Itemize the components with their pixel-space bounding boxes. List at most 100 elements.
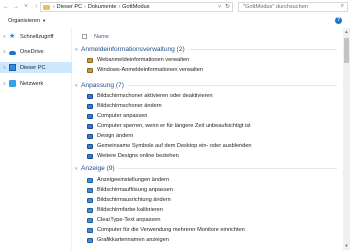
list-item-label: Webanmeldeinformationen verwalten — [97, 57, 190, 64]
list-item-label: Bildschirmschoner aktivieren oder deakti… — [97, 93, 213, 100]
personalization-icon — [87, 143, 93, 149]
file-list: Name ˅ Anmeldeinformationsverwaltung (2)… — [73, 28, 341, 250]
search-placeholder: "GottModus" durchsuchen — [243, 4, 308, 10]
list-item[interactable]: Bildschirmschoner ändern — [87, 102, 341, 111]
list-item[interactable]: Gemeinsame Symbole auf dem Desktop ein- … — [87, 142, 341, 151]
back-button[interactable]: ← — [2, 4, 10, 10]
list-item[interactable]: Grafikkartennamen anzeigen — [87, 236, 341, 245]
breadcrumb-separator: › — [53, 4, 55, 10]
network-icon — [9, 80, 16, 87]
list-item-label: Computer anpassen — [97, 113, 148, 120]
group-title: Anmeldeinformationsverwaltung (2) — [81, 46, 185, 53]
credential-manager-icon — [87, 67, 93, 73]
breadcrumb-gottmodus[interactable]: GottModus — [122, 4, 149, 10]
up-button[interactable]: ↑ — [32, 4, 40, 10]
personalization-icon — [87, 103, 93, 109]
address-bar[interactable]: › Dieser PC › Dokumente › GottModus ˅ ↻ — [40, 2, 233, 12]
navigation-pane: > ★ Schnellzugriff > OneDrive > Dieser P… — [0, 28, 72, 250]
refresh-icon[interactable]: ↻ — [225, 3, 230, 10]
display-icon — [87, 197, 93, 203]
list-item[interactable]: Design ändern — [87, 132, 341, 141]
list-item-label: Weitere Designs online beziehen — [97, 153, 179, 160]
list-item[interactable]: Bildschirmauflösung anpassen — [87, 186, 341, 195]
display-icon — [87, 177, 93, 183]
sidebar-item-label: OneDrive — [20, 48, 44, 55]
chevron-down-icon: ▼ — [41, 17, 47, 23]
group-title: Anpassung (7) — [81, 82, 124, 89]
list-item-label: Gemeinsame Symbole auf dem Desktop ein- … — [97, 143, 252, 150]
list-item-label: Bildschirmauflösung anpassen — [97, 187, 173, 194]
star-icon: ★ — [9, 33, 16, 40]
list-item[interactable]: Bildschirmfarbe kalibrieren — [87, 206, 341, 215]
display-icon — [87, 207, 93, 213]
display-icon — [87, 217, 93, 223]
title-bar: ← → ˅ ↑ › Dieser PC › Dokumente › GottMo… — [0, 0, 350, 14]
search-input[interactable]: "GottModus" durchsuchen ⌕ — [238, 2, 348, 12]
scroll-up-icon[interactable]: ▲ — [343, 29, 350, 34]
sidebar-item-netzwerk[interactable]: > Netzwerk — [0, 78, 72, 89]
computer-icon — [9, 64, 16, 71]
list-item-label: Computer sperren, wenn er für längere Ze… — [97, 123, 251, 130]
list-item-label: Bildschirmschoner ändern — [97, 103, 162, 110]
list-item[interactable]: Bildschirmausrichtung ändern — [87, 196, 341, 205]
list-item-label: Design ändern — [97, 133, 134, 140]
list-item[interactable]: ClearType-Text anpassen — [87, 216, 341, 225]
vertical-scrollbar[interactable]: ▲ ▼ — [343, 28, 350, 250]
sidebar-item-dieser-pc[interactable]: > Dieser PC — [0, 62, 72, 73]
display-icon — [87, 187, 93, 193]
list-item-label: Bildschirmfarbe kalibrieren — [97, 207, 163, 214]
personalization-icon — [87, 113, 93, 119]
sidebar-item-onedrive[interactable]: > OneDrive — [0, 46, 72, 57]
list-item[interactable]: Computer für die Verwendung mehrerer Mon… — [87, 226, 341, 235]
chevron-down-icon[interactable]: ˅ — [218, 4, 221, 10]
personalization-icon — [87, 93, 93, 99]
list-item[interactable]: Computer sperren, wenn er für längere Ze… — [87, 122, 341, 131]
list-item-label: Anzeigeeinstellungen ändern — [97, 177, 170, 184]
list-item[interactable]: Computer anpassen — [87, 112, 341, 121]
list-item[interactable]: Anzeigeeinstellungen ändern — [87, 176, 341, 185]
list-item[interactable]: Windows-Anmeldeinformationen verwalten — [87, 66, 341, 75]
divider — [126, 85, 337, 86]
personalization-icon — [87, 123, 93, 129]
select-all-checkbox[interactable] — [82, 34, 87, 39]
folder-icon — [43, 4, 50, 10]
recent-locations-button[interactable]: ˅ — [22, 4, 30, 10]
divider — [117, 168, 337, 169]
scrollbar-thumb[interactable] — [344, 38, 349, 63]
list-item-label: Windows-Anmeldeinformationen verwalten — [97, 67, 204, 74]
sidebar-item-label: Dieser PC — [20, 64, 46, 71]
list-item[interactable]: Bildschirmschoner aktivieren oder deakti… — [87, 92, 341, 101]
column-header: Name — [73, 31, 341, 42]
navigation-buttons: ← → ˅ ↑ — [2, 2, 40, 12]
group-header-anpassung[interactable]: ˅ Anpassung (7) — [73, 80, 341, 91]
sidebar-item-label: Netzwerk — [20, 80, 44, 87]
group-header-anmeldeinformationsverwaltung[interactable]: ˅ Anmeldeinformationsverwaltung (2) — [73, 44, 341, 55]
breadcrumb-dokumente[interactable]: Dokumente — [88, 4, 117, 10]
group-header-anzeige[interactable]: ˅ Anzeige (9) — [73, 163, 341, 174]
breadcrumb-dieser-pc[interactable]: Dieser PC — [57, 4, 83, 10]
list-item[interactable]: Weitere Designs online beziehen — [87, 152, 341, 161]
search-icon: ⌕ — [340, 3, 344, 9]
personalization-icon — [87, 153, 93, 159]
sidebar-item-label: Schnellzugriff — [20, 33, 54, 40]
scroll-down-icon[interactable]: ▼ — [343, 243, 350, 248]
column-name-header[interactable]: Name — [94, 34, 109, 40]
breadcrumb-separator: › — [84, 4, 86, 10]
list-item[interactable]: Webanmeldeinformationen verwalten — [87, 56, 341, 65]
personalization-icon — [87, 133, 93, 139]
display-icon — [87, 227, 93, 233]
credential-manager-icon — [87, 57, 93, 63]
organize-label: Organisieren — [8, 17, 41, 24]
cloud-icon — [9, 50, 16, 55]
forward-button[interactable]: → — [12, 4, 20, 10]
sidebar-item-schnellzugriff[interactable]: > ★ Schnellzugriff — [0, 31, 72, 42]
help-icon[interactable]: ? — [335, 17, 342, 24]
command-bar: Organisieren ▼ ? — [0, 14, 350, 27]
list-item-label: Computer für die Verwendung mehrerer Mon… — [97, 227, 245, 234]
list-item-label: Grafikkartennamen anzeigen — [97, 237, 169, 244]
breadcrumb-separator: › — [118, 4, 121, 10]
display-icon — [87, 237, 93, 243]
divider — [187, 49, 337, 50]
organize-button[interactable]: Organisieren ▼ — [8, 18, 46, 24]
group-title: Anzeige (9) — [81, 165, 115, 172]
